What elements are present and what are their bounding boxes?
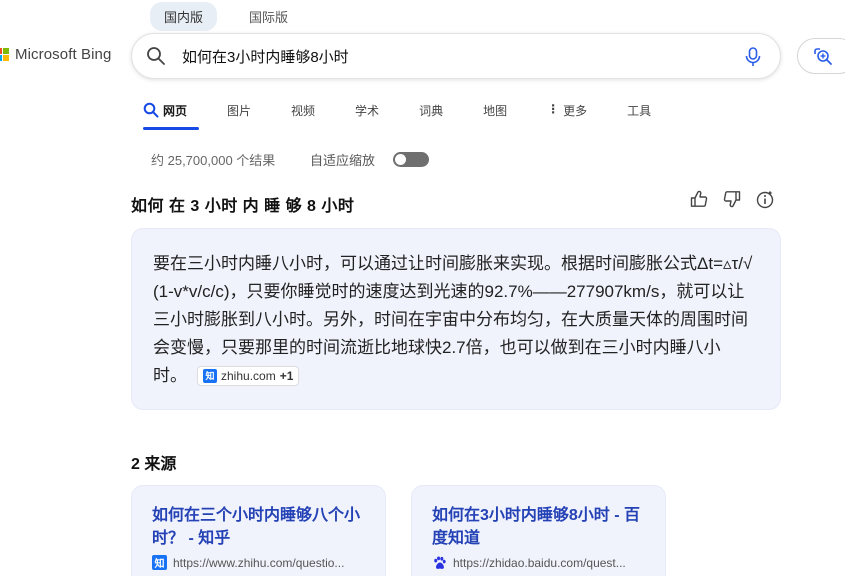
search-input[interactable] bbox=[182, 47, 722, 65]
microsoft-logo-icon bbox=[0, 48, 9, 61]
citation-more: +1 bbox=[279, 369, 294, 383]
tab-more[interactable]: ⋮ 更多 bbox=[547, 96, 587, 130]
tab-dictionary-label: 词典 bbox=[419, 104, 444, 118]
search-nav: 网页 图片 视频 学术 词典 地图 ⋮ 更多 工具 bbox=[143, 96, 691, 130]
search-icon bbox=[143, 102, 159, 118]
tab-maps-label: 地图 bbox=[483, 104, 508, 118]
tab-videos[interactable]: 视频 bbox=[291, 96, 315, 130]
citation-link[interactable]: 知 zhihu.com +1 bbox=[197, 366, 300, 386]
tab-web[interactable]: 网页 bbox=[143, 96, 200, 130]
region-tab-international[interactable]: 国际版 bbox=[235, 2, 302, 31]
adaptive-zoom-label: 自适应缩放 bbox=[310, 153, 376, 168]
source-url-text: https://zhidao.baidu.com/quest... bbox=[453, 555, 626, 570]
tab-academic-label: 学术 bbox=[355, 104, 380, 118]
answer-body: 要在三小时内睡八小时，可以通过让时间膨胀来实现。根据时间膨胀公式Δt=▵τ/√ … bbox=[153, 250, 753, 390]
logo-text: Microsoft Bing bbox=[15, 46, 112, 63]
tab-maps[interactable]: 地图 bbox=[483, 96, 507, 130]
source-url: https://zhidao.baidu.com/quest... bbox=[432, 555, 650, 570]
adaptive-zoom-toggle[interactable] bbox=[393, 152, 429, 167]
thumbs-down-icon[interactable] bbox=[722, 189, 742, 209]
source-card[interactable]: 如何在3小时内睡够8小时 - 百度知道 https://zhidao.baidu… bbox=[411, 485, 666, 576]
tab-tools-label: 工具 bbox=[627, 104, 652, 118]
toggle-knob bbox=[395, 154, 406, 165]
feedback-controls bbox=[689, 189, 775, 209]
sources-heading: 2 来源 bbox=[131, 456, 177, 473]
zhihu-icon: 知 bbox=[152, 555, 167, 570]
citation-domain: zhihu.com bbox=[221, 369, 276, 383]
source-url-text: https://www.zhihu.com/questio... bbox=[173, 555, 345, 570]
region-tabs: 国内版 国际版 bbox=[150, 2, 302, 31]
bing-logo[interactable]: Microsoft Bing bbox=[0, 46, 111, 63]
region-tab-domestic[interactable]: 国内版 bbox=[150, 2, 218, 31]
thumbs-up-icon[interactable] bbox=[689, 189, 709, 209]
source-title-link[interactable]: 如何在三个小时内睡够八个小时？ - 知乎 bbox=[152, 504, 370, 550]
source-url: 知 https://www.zhihu.com/questio... bbox=[152, 555, 370, 570]
tab-more-label: 更多 bbox=[563, 104, 588, 118]
source-title-link[interactable]: 如何在3小时内睡够8小时 - 百度知道 bbox=[432, 504, 650, 550]
microphone-icon[interactable] bbox=[744, 47, 762, 67]
tab-images[interactable]: 图片 bbox=[227, 96, 251, 130]
visual-search-button[interactable] bbox=[797, 38, 845, 74]
tab-web-label: 网页 bbox=[163, 104, 188, 118]
tab-tools[interactable]: 工具 bbox=[627, 96, 651, 130]
source-card[interactable]: 如何在三个小时内睡够八个小时？ - 知乎 知 https://www.zhihu… bbox=[131, 485, 386, 576]
answer-title: 如何 在 3 小时 内 睡 够 8 小时 bbox=[131, 198, 355, 215]
visual-search-icon bbox=[814, 48, 832, 65]
tab-images-label: 图片 bbox=[227, 104, 252, 118]
info-icon[interactable] bbox=[755, 189, 775, 209]
baidu-paw-icon bbox=[434, 556, 446, 569]
result-count: 约 25,700,000 个结果 bbox=[151, 153, 276, 168]
search-icon[interactable] bbox=[146, 46, 166, 66]
tab-videos-label: 视频 bbox=[291, 104, 316, 118]
answer-card: 要在三小时内睡八小时，可以通过让时间膨胀来实现。根据时间膨胀公式Δt=▵τ/√ … bbox=[131, 228, 781, 410]
tab-academic[interactable]: 学术 bbox=[355, 96, 379, 130]
search-box bbox=[131, 33, 781, 79]
zhihu-icon: 知 bbox=[203, 369, 217, 383]
more-dots-icon: ⋮ bbox=[547, 102, 560, 116]
tab-dictionary[interactable]: 词典 bbox=[419, 96, 443, 130]
